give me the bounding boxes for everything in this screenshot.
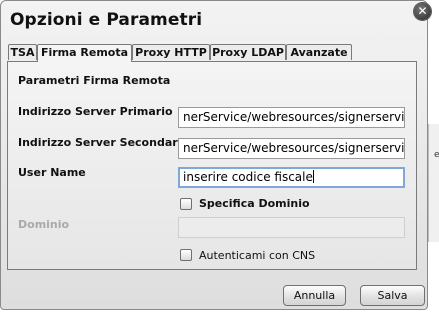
tab-proxy-ldap[interactable]: Proxy LDAP — [210, 44, 286, 60]
options-dialog: Opzioni e Parametri ✕ TSA Firma Remota P… — [0, 0, 431, 310]
username-input[interactable]: inserire codice fiscale — [178, 167, 405, 188]
firma-remota-panel: Parametri Firma Remota Indirizzo Server … — [7, 61, 417, 270]
tab-tsa[interactable]: TSA — [8, 44, 37, 60]
save-button[interactable]: Salva — [360, 285, 425, 306]
cns-auth-checkbox[interactable] — [180, 249, 192, 261]
cns-auth-label: Autenticami con CNS — [199, 249, 316, 262]
primary-server-input[interactable]: nerService/webresources/signerservice — [178, 107, 405, 128]
username-label: User Name — [18, 166, 86, 179]
close-icon[interactable]: ✕ — [414, 3, 431, 20]
tab-proxy-http[interactable]: Proxy HTTP — [132, 44, 210, 60]
username-value: inserire codice fiscale — [183, 170, 313, 184]
secondary-server-label: Indirizzo Server Secondario — [18, 136, 189, 149]
section-title: Parametri Firma Remota — [18, 74, 171, 87]
dialog-title: Opzioni e Parametri — [10, 10, 203, 30]
text-caret — [312, 170, 314, 183]
tab-avanzate[interactable]: Avanzate — [286, 44, 352, 60]
background-window-fragment: e — [428, 124, 439, 242]
cancel-button[interactable]: Annulla — [283, 285, 346, 306]
background-window-text: e — [434, 150, 439, 160]
secondary-server-input[interactable]: nerService/webresources/signerservice — [178, 138, 405, 159]
tab-firma-remota[interactable]: Firma Remota — [37, 44, 132, 62]
specify-domain-checkbox[interactable] — [180, 198, 192, 210]
primary-server-label: Indirizzo Server Primario — [18, 105, 173, 118]
specify-domain-label: Specifica Dominio — [199, 197, 310, 210]
domain-input[interactable] — [178, 217, 405, 238]
domain-label: Dominio — [18, 218, 70, 231]
